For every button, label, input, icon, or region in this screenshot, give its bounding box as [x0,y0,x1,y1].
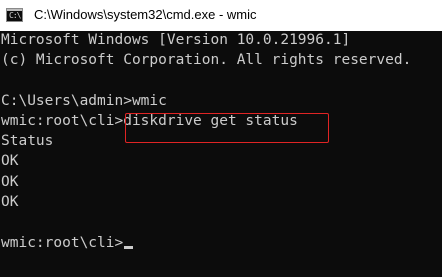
command-highlight-box [125,113,329,143]
text-cursor [124,246,134,249]
window-title: C:\Windows\system32\cmd.exe - wmic [34,7,257,22]
cmd-console-icon: C:\ [6,8,23,22]
prompt-text: wmic:root\cli> [1,235,124,251]
icon-prompt-glyph: C:\ [9,11,21,20]
console-line-status-value: OK [1,174,19,190]
title-bar[interactable]: C:\ C:\Windows\system32\cmd.exe - wmic [0,0,442,31]
console-line-status-value: OK [1,194,19,210]
console-line-version: Microsoft Windows [Version 10.0.21996.1] [1,32,351,48]
console-line-copyright: (c) Microsoft Corporation. All rights re… [1,52,412,68]
console-line-status-value: OK [1,153,19,169]
console-line-wmic-command: C:\Users\admin>wmic [1,93,167,109]
console-line-status-header: Status [1,133,54,149]
console-output[interactable]: Microsoft Windows [Version 10.0.21996.1]… [0,31,442,277]
console-line-prompt[interactable]: wmic:root\cli> [1,234,134,253]
